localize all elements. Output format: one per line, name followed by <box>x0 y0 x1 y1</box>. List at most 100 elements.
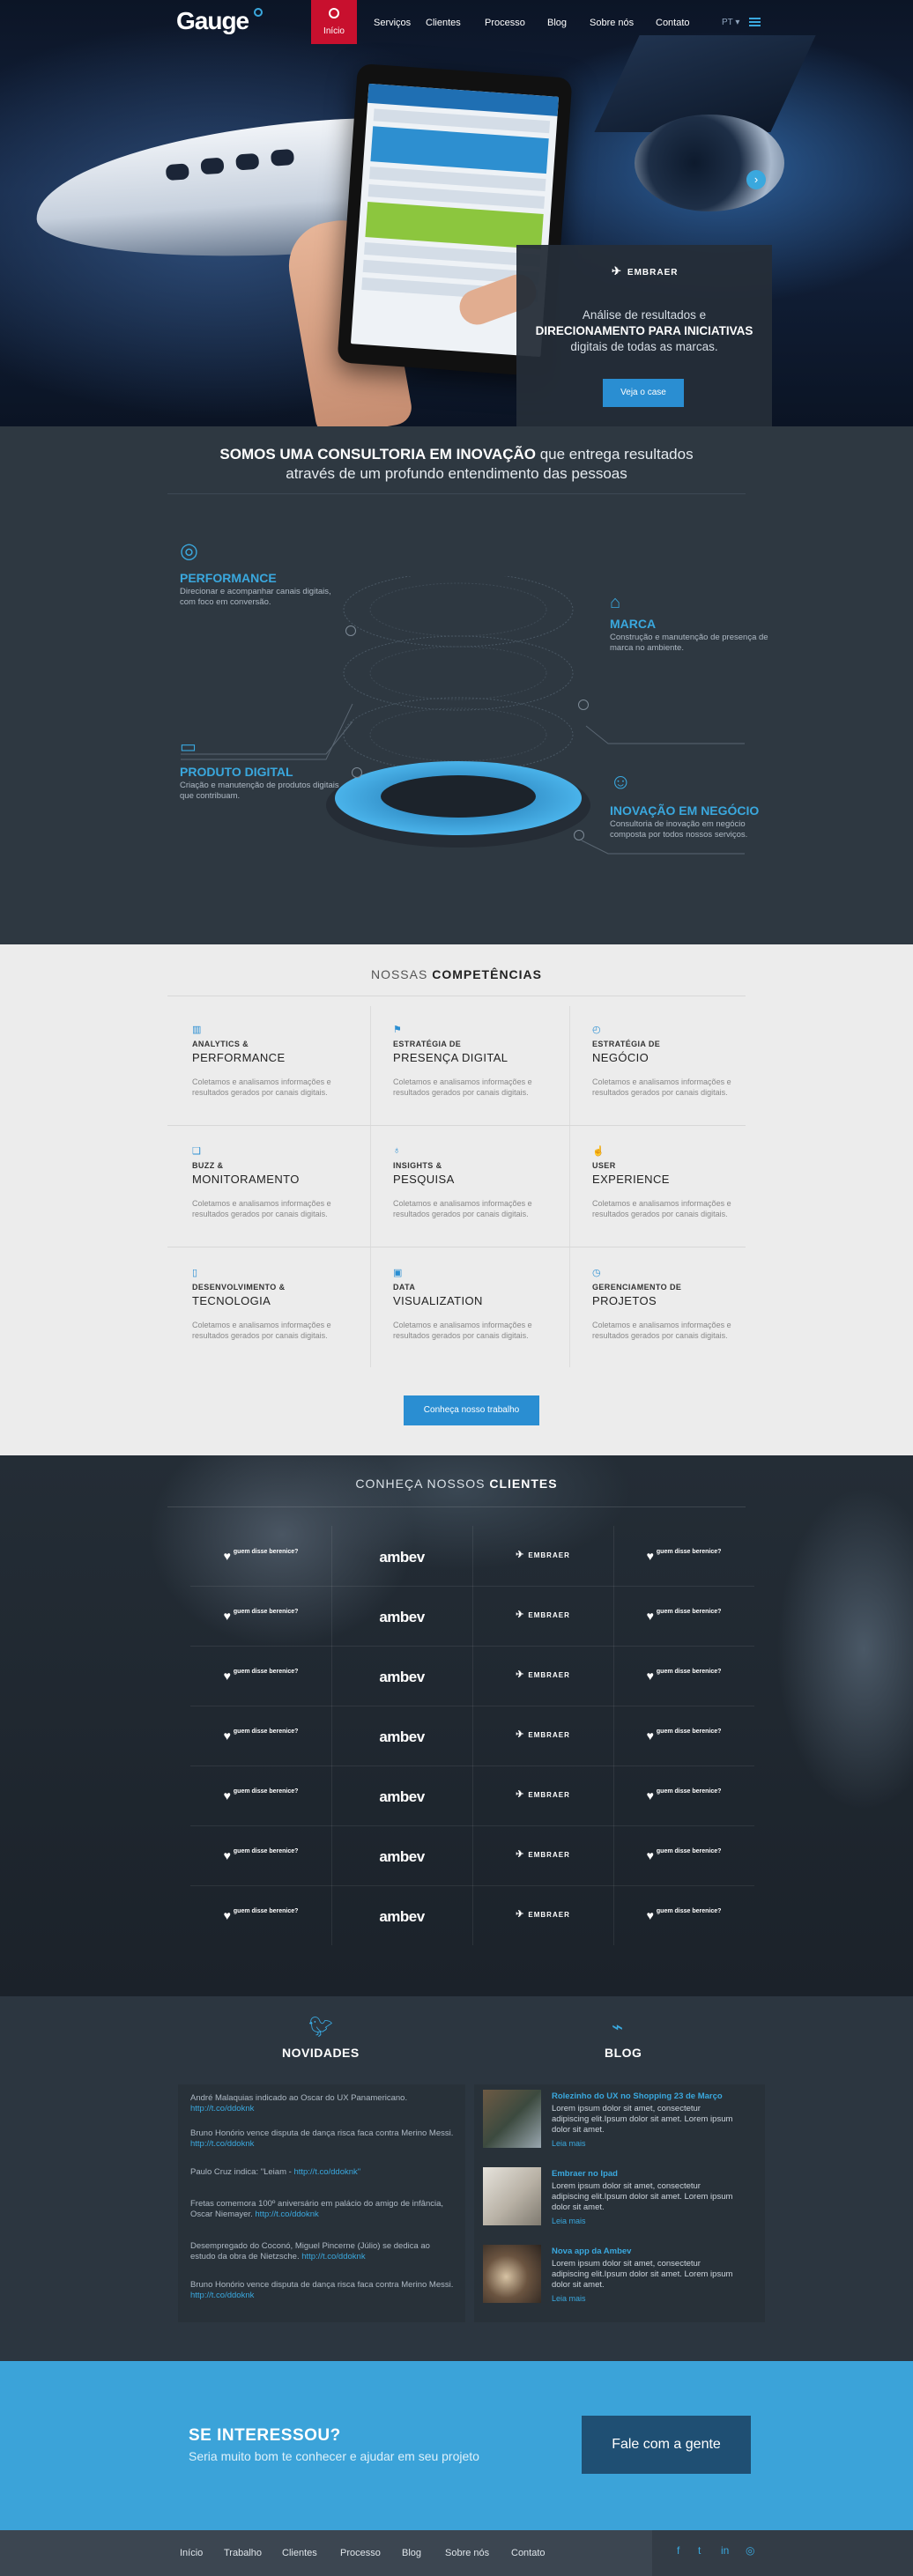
news-link[interactable]: http://t.co/ddoknk <box>255 2210 318 2219</box>
title-light: CONHEÇA NOSSOS <box>355 1477 490 1491</box>
read-more-link[interactable]: Leia mais <box>552 2294 586 2303</box>
nav-item-clientes[interactable]: Clientes <box>426 18 461 28</box>
client-logo-gds[interactable]: guem disse berenice? <box>190 1528 331 1586</box>
news-link[interactable]: http://t.co/ddoknk <box>190 2139 254 2149</box>
competency-card[interactable]: ▯ DESENVOLVIMENTO & TECNOLOGIA Coletamos… <box>169 1246 359 1358</box>
news-link[interactable]: http://t.co/ddoknk" <box>293 2167 360 2177</box>
competency-card[interactable]: ❑ BUZZ & MONITORAMENTO Coletamos e anali… <box>169 1124 359 1237</box>
nav-item-inicio[interactable]: Início <box>311 0 357 44</box>
competency-small-label: ANALYTICS & <box>192 1040 249 1048</box>
twitter-icon[interactable]: t <box>698 2544 701 2557</box>
footer-link-trabalho[interactable]: Trabalho <box>224 2548 262 2558</box>
bulb-icon: ♁ <box>393 1145 401 1156</box>
feature-title-marca: MARCA <box>610 617 657 631</box>
blog-post-title[interactable]: Rolezinho do UX no Shopping 23 de Março <box>552 2091 723 2101</box>
grid-divider <box>190 1825 754 1826</box>
blog-post-title[interactable]: Nova app da Ambev <box>552 2247 631 2256</box>
blog-thumb[interactable] <box>483 2090 541 2148</box>
competency-card[interactable]: ▣ DATA VISUALIZATION Coletamos e analisa… <box>370 1246 560 1358</box>
client-logo-ambev[interactable]: ambev <box>331 1827 472 1885</box>
hero-section: Gauge Início Serviços Clientes Processo … <box>0 0 913 426</box>
blog-thumb[interactable] <box>483 2167 541 2225</box>
nav-item-sobre[interactable]: Sobre nós <box>590 18 634 28</box>
news-text: André Malaquias indicado ao Oscar do UX … <box>190 2093 408 2103</box>
client-logo-gds[interactable]: guem disse berenice? <box>613 1887 754 1945</box>
logo[interactable]: Gauge <box>176 7 249 35</box>
client-logo-gds[interactable]: guem disse berenice? <box>190 1767 331 1825</box>
nav-item-contato[interactable]: Contato <box>656 18 690 28</box>
competency-card[interactable]: ◴ ESTRATÉGIA DE NEGÓCIO Coletamos e anal… <box>569 1003 759 1115</box>
see-case-button[interactable]: Veja o case <box>603 379 684 407</box>
read-more-link[interactable]: Leia mais <box>552 2217 586 2225</box>
blog-post-title[interactable]: Embraer no Ipad <box>552 2169 618 2179</box>
language-selector[interactable]: PT ▾ <box>722 18 739 27</box>
footer-link-clientes[interactable]: Clientes <box>282 2548 317 2558</box>
competency-desc: Coletamos e analisamos informações e res… <box>192 1321 331 1340</box>
client-logo-gds[interactable]: guem disse berenice? <box>613 1827 754 1885</box>
nav-item-blog[interactable]: Blog <box>547 18 567 28</box>
grid-divider <box>190 1765 754 1766</box>
connector-dot <box>574 830 584 840</box>
client-logo-gds[interactable]: guem disse berenice? <box>190 1707 331 1765</box>
client-logo-gds[interactable]: guem disse berenice? <box>613 1767 754 1825</box>
competency-card[interactable]: ▥ ANALYTICS & PERFORMANCE Coletamos e an… <box>169 1003 359 1115</box>
news-link[interactable]: http://t.co/ddoknk <box>190 2291 254 2300</box>
competency-desc: Coletamos e analisamos informações e res… <box>393 1077 532 1097</box>
instagram-icon[interactable]: ◎ <box>746 2544 754 2557</box>
competency-card[interactable]: ◷ GERENCIAMENTO DE PROJETOS Coletamos e … <box>569 1246 759 1358</box>
read-more-link[interactable]: Leia mais <box>552 2139 586 2148</box>
news-link[interactable]: http://t.co/ddoknk <box>301 2252 365 2261</box>
title-bold: CLIENTES <box>489 1477 558 1491</box>
competency-card[interactable]: ♁ INSIGHTS & PESQUISA Coletamos e analis… <box>370 1124 560 1237</box>
footer-link-inicio[interactable]: Início <box>180 2548 203 2558</box>
language-label: PT <box>722 18 733 27</box>
footer-link-contato[interactable]: Contato <box>511 2548 546 2558</box>
news-link[interactable]: http://t.co/ddoknk <box>190 2104 254 2113</box>
contact-us-button[interactable]: Fale com a gente <box>582 2416 751 2474</box>
client-logo-embraer[interactable]: EMBRAER <box>472 1528 613 1586</box>
client-logo-embraer[interactable]: EMBRAER <box>472 1887 613 1945</box>
client-logo-gds[interactable]: guem disse berenice? <box>613 1647 754 1706</box>
client-logo-embraer[interactable]: EMBRAER <box>472 1827 613 1885</box>
plane-window <box>235 152 260 171</box>
client-logo-ambev[interactable]: ambev <box>331 1707 472 1765</box>
client-logo-ambev[interactable]: ambev <box>331 1588 472 1646</box>
client-logo-gds[interactable]: guem disse berenice? <box>613 1707 754 1765</box>
competency-card[interactable]: ☝ USER EXPERIENCE Coletamos e analisamos… <box>569 1124 759 1237</box>
feature-text-inovacao: Consultoria de inovação em negócio compo… <box>610 819 748 840</box>
footer-link-blog[interactable]: Blog <box>402 2548 421 2558</box>
menu-icon[interactable] <box>749 18 761 26</box>
footer-link-processo[interactable]: Processo <box>340 2548 381 2558</box>
client-logo-gds[interactable]: guem disse berenice? <box>190 1827 331 1885</box>
competency-small-label: DATA <box>393 1283 416 1292</box>
connector-dot <box>352 767 362 778</box>
client-logo-embraer[interactable]: EMBRAER <box>472 1707 613 1765</box>
client-logo-ambev[interactable]: ambev <box>331 1528 472 1586</box>
client-logo-gds[interactable]: guem disse berenice? <box>190 1588 331 1646</box>
client-logo-embraer[interactable]: EMBRAER <box>472 1647 613 1706</box>
footer-link-sobre[interactable]: Sobre nós <box>445 2548 489 2558</box>
linkedin-icon[interactable]: in <box>721 2544 729 2557</box>
consultancy-subline: através de um profundo entendimento das … <box>286 465 627 482</box>
client-logo-gds[interactable]: guem disse berenice? <box>613 1588 754 1646</box>
client-logo-ambev[interactable]: ambev <box>331 1767 472 1825</box>
facebook-icon[interactable]: f <box>677 2544 679 2557</box>
nav-item-processo[interactable]: Processo <box>485 18 525 28</box>
our-work-button[interactable]: Conheça nosso trabalho <box>404 1395 539 1425</box>
competency-card[interactable]: ⚑ ESTRATÉGIA DE PRESENÇA DIGITAL Coletam… <box>370 1003 560 1115</box>
client-logo-ambev[interactable]: ambev <box>331 1647 472 1706</box>
client-logo-gds[interactable]: guem disse berenice? <box>190 1647 331 1706</box>
cta-section: SE INTERESSOU? Seria muito bom te conhec… <box>0 2361 913 2530</box>
client-logo-embraer[interactable]: EMBRAER <box>472 1588 613 1646</box>
headline-bold: SOMOS UMA CONSULTORIA EM INOVAÇÃO <box>219 446 536 463</box>
client-logo-text: guem disse berenice? <box>647 1908 722 1922</box>
client-logo-gds[interactable]: guem disse berenice? <box>613 1528 754 1586</box>
client-logo-embraer[interactable]: EMBRAER <box>472 1767 613 1825</box>
client-logo-ambev[interactable]: ambev <box>331 1887 472 1945</box>
nav-item-servicos[interactable]: Serviços <box>374 18 411 28</box>
client-logo-text: EMBRAER <box>516 1908 570 1920</box>
next-slide-arrow-icon[interactable]: › <box>746 170 766 189</box>
client-logo-gds[interactable]: guem disse berenice? <box>190 1887 331 1945</box>
case-card: EMBRAER Análise de resultados e DIRECION… <box>516 245 772 426</box>
blog-thumb[interactable] <box>483 2245 541 2303</box>
